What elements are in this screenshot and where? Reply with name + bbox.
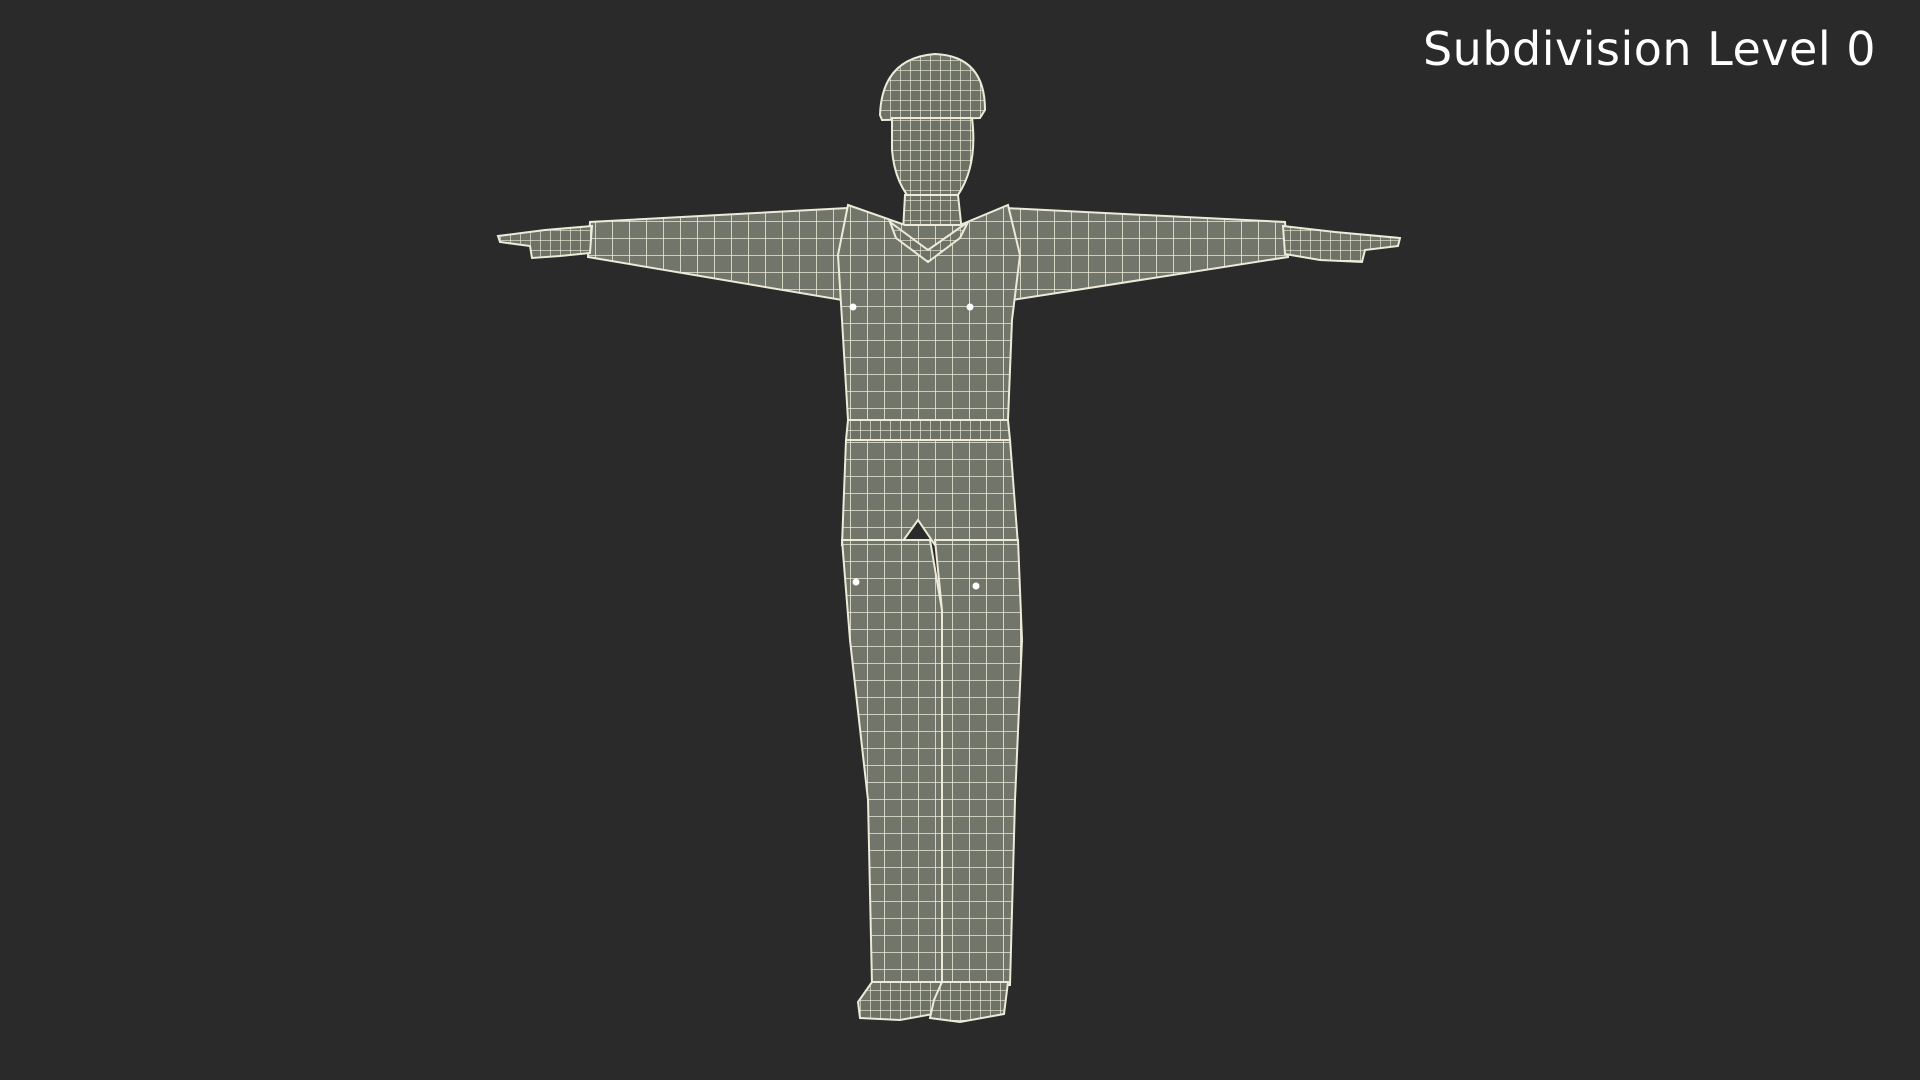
head	[891, 117, 975, 207]
right-boot	[928, 981, 1010, 1024]
right-leg	[933, 539, 1024, 986]
right-hand	[1281, 224, 1402, 264]
torso	[836, 203, 1022, 421]
subdivision-level-label: Subdivision Level 0	[1422, 22, 1876, 76]
right-arm	[1003, 206, 1290, 302]
worker-wireframe-model	[496, 52, 1402, 1024]
hips	[840, 439, 1020, 546]
render-viewport: Subdivision Level 0	[0, 0, 1920, 1080]
left-arm	[586, 206, 850, 302]
hard-hat	[878, 52, 987, 122]
waist	[844, 419, 1012, 441]
left-hand	[496, 224, 594, 260]
left-leg	[840, 539, 943, 986]
